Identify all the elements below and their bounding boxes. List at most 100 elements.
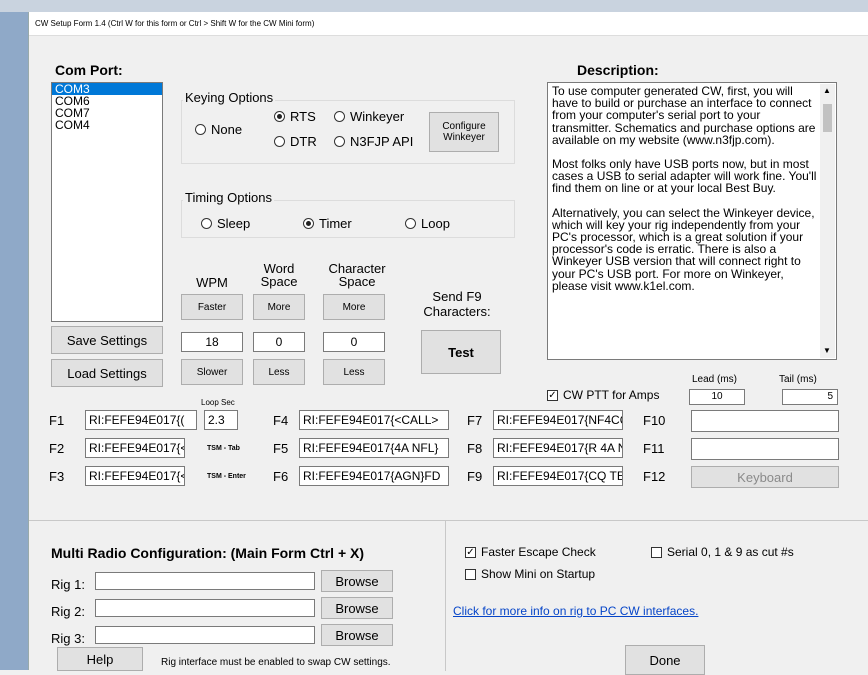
loop-sec-input[interactable]: 2.3: [204, 410, 238, 430]
wpm-faster-button[interactable]: Faster: [181, 294, 243, 320]
checkbox-checked-icon: ✓: [547, 389, 558, 401]
f7-input[interactable]: RI:FEFE94E017{NF4CQ}: [493, 410, 623, 430]
f9-label: F9: [467, 469, 483, 484]
loop-sec-label: Loop Sec: [201, 398, 235, 407]
keying-winkeyer-radio[interactable]: Winkeyer: [334, 109, 404, 124]
f3-label: F3: [49, 469, 65, 484]
char-space-less-button[interactable]: Less: [323, 359, 385, 385]
show-mini-checkbox[interactable]: Show Mini on Startup: [465, 567, 595, 581]
scroll-up-icon[interactable]: ▲: [823, 86, 831, 95]
word-space-input[interactable]: 0: [253, 332, 305, 352]
f3-input[interactable]: RI:FEFE94E017{<C: [85, 466, 185, 486]
f8-input[interactable]: RI:FEFE94E017{R 4A NF: [493, 438, 623, 458]
save-settings-button[interactable]: Save Settings: [51, 326, 163, 354]
word-space-label: Word Space: [260, 261, 298, 289]
description-scrollbar[interactable]: ▲ ▼: [820, 84, 835, 358]
scroll-thumb[interactable]: [823, 104, 832, 132]
timing-loop-radio[interactable]: Loop: [405, 216, 450, 231]
serial-cut-checkbox[interactable]: Serial 0, 1 & 9 as cut #s: [651, 545, 794, 559]
com-port-item[interactable]: COM4: [52, 119, 162, 131]
wpm-input[interactable]: 18: [181, 332, 243, 352]
radio-icon: [405, 218, 416, 229]
cw-interfaces-link[interactable]: Click for more info on rig to PC CW inte…: [453, 604, 698, 618]
f1-input[interactable]: RI:FEFE94E017{(: [85, 410, 197, 430]
description-paragraph: To use computer generated CW, first, you…: [552, 84, 816, 147]
radio-icon: [195, 124, 206, 135]
word-space-less-button[interactable]: Less: [253, 359, 305, 385]
f4-input[interactable]: RI:FEFE94E017{<CALL>: [299, 410, 449, 430]
f7-label: F7: [467, 413, 483, 428]
com-port-list[interactable]: COM3 COM6 COM7 COM4: [51, 82, 163, 322]
char-space-input[interactable]: 0: [323, 332, 385, 352]
tsm-tab-label: TSM - Tab: [207, 445, 240, 452]
f10-label: F10: [643, 413, 666, 428]
radio-selected-icon: [303, 218, 314, 229]
checkbox-checked-icon: ✓: [465, 546, 476, 558]
rig1-label: Rig 1:: [51, 577, 85, 592]
keying-n3fjp-api-radio[interactable]: N3FJP API: [334, 134, 413, 149]
radio-selected-icon: [274, 111, 285, 122]
rig1-input[interactable]: [95, 572, 315, 590]
f6-label: F6: [273, 469, 289, 484]
lead-label: Lead (ms): [692, 374, 738, 385]
background-strip: [0, 0, 868, 12]
load-settings-button[interactable]: Load Settings: [51, 359, 163, 387]
rig3-label: Rig 3:: [51, 631, 85, 646]
tail-ms-input[interactable]: 5: [782, 389, 838, 405]
timing-timer-radio[interactable]: Timer: [303, 216, 352, 231]
f8-label: F8: [467, 441, 483, 456]
rig2-browse-button[interactable]: Browse: [321, 597, 393, 619]
bottom-divider: [445, 521, 446, 671]
tail-label: Tail (ms): [779, 374, 817, 385]
f12-label: F12: [643, 469, 666, 484]
rig1-browse-button[interactable]: Browse: [321, 570, 393, 592]
done-button[interactable]: Done: [625, 645, 705, 675]
rig2-label: Rig 2:: [51, 604, 85, 619]
f2-input[interactable]: RI:FEFE94E017{<C: [85, 438, 185, 458]
keyboard-button[interactable]: Keyboard: [691, 466, 839, 488]
wpm-slower-button[interactable]: Slower: [181, 359, 243, 385]
configure-winkeyer-button[interactable]: Configure Winkeyer: [429, 112, 499, 152]
cw-ptt-checkbox[interactable]: ✓ CW PTT for Amps: [547, 388, 659, 402]
f6-input[interactable]: RI:FEFE94E017{AGN}FD: [299, 466, 449, 486]
description-paragraph: Alternatively, you can select the Winkey…: [552, 205, 815, 293]
scroll-down-icon[interactable]: ▼: [823, 346, 831, 355]
f5-label: F5: [273, 441, 289, 456]
multi-radio-title: Multi Radio Configuration: (Main Form Ct…: [51, 545, 365, 561]
radio-icon: [201, 218, 212, 229]
radio-icon: [334, 111, 345, 122]
timing-sleep-radio[interactable]: Sleep: [201, 216, 250, 231]
f9-input[interactable]: RI:FEFE94E017{CQ TES: [493, 466, 623, 486]
rig3-input[interactable]: [95, 626, 315, 644]
bottom-panel: Multi Radio Configuration: (Main Form Ct…: [29, 520, 868, 675]
cw-setup-window: CW Setup Form 1.4 (Ctrl W for this form …: [28, 12, 868, 675]
window-title: CW Setup Form 1.4 (Ctrl W for this form …: [29, 12, 868, 36]
test-button[interactable]: Test: [421, 330, 501, 374]
send-f9-label: Send F9 Characters:: [423, 289, 491, 319]
checkbox-icon: [465, 568, 476, 580]
f2-label: F2: [49, 441, 65, 456]
char-space-more-button[interactable]: More: [323, 294, 385, 320]
f1-label: F1: [49, 413, 65, 428]
tsm-enter-label: TSM - Enter: [207, 473, 246, 480]
lead-ms-input[interactable]: 10: [689, 389, 745, 405]
keying-none-radio[interactable]: None: [195, 122, 242, 137]
keying-dtr-radio[interactable]: DTR: [274, 134, 317, 149]
f11-label: F11: [643, 441, 665, 456]
f11-input[interactable]: [691, 438, 839, 460]
character-space-label: Character Space: [328, 261, 386, 289]
radio-icon: [334, 136, 345, 147]
faster-escape-checkbox[interactable]: ✓ Faster Escape Check: [465, 545, 596, 559]
description-textbox[interactable]: To use computer generated CW, first, you…: [547, 82, 837, 360]
f10-input[interactable]: [691, 410, 839, 432]
word-space-more-button[interactable]: More: [253, 294, 305, 320]
rig2-input[interactable]: [95, 599, 315, 617]
f5-input[interactable]: RI:FEFE94E017{4A NFL}: [299, 438, 449, 458]
f4-label: F4: [273, 413, 289, 428]
description-title: Description:: [577, 62, 659, 78]
description-paragraph: Most folks only have USB ports now, but …: [552, 157, 817, 196]
wpm-label: WPM: [196, 275, 228, 290]
rig3-browse-button[interactable]: Browse: [321, 624, 393, 646]
help-button[interactable]: Help: [57, 647, 143, 671]
keying-rts-radio[interactable]: RTS: [274, 109, 316, 124]
